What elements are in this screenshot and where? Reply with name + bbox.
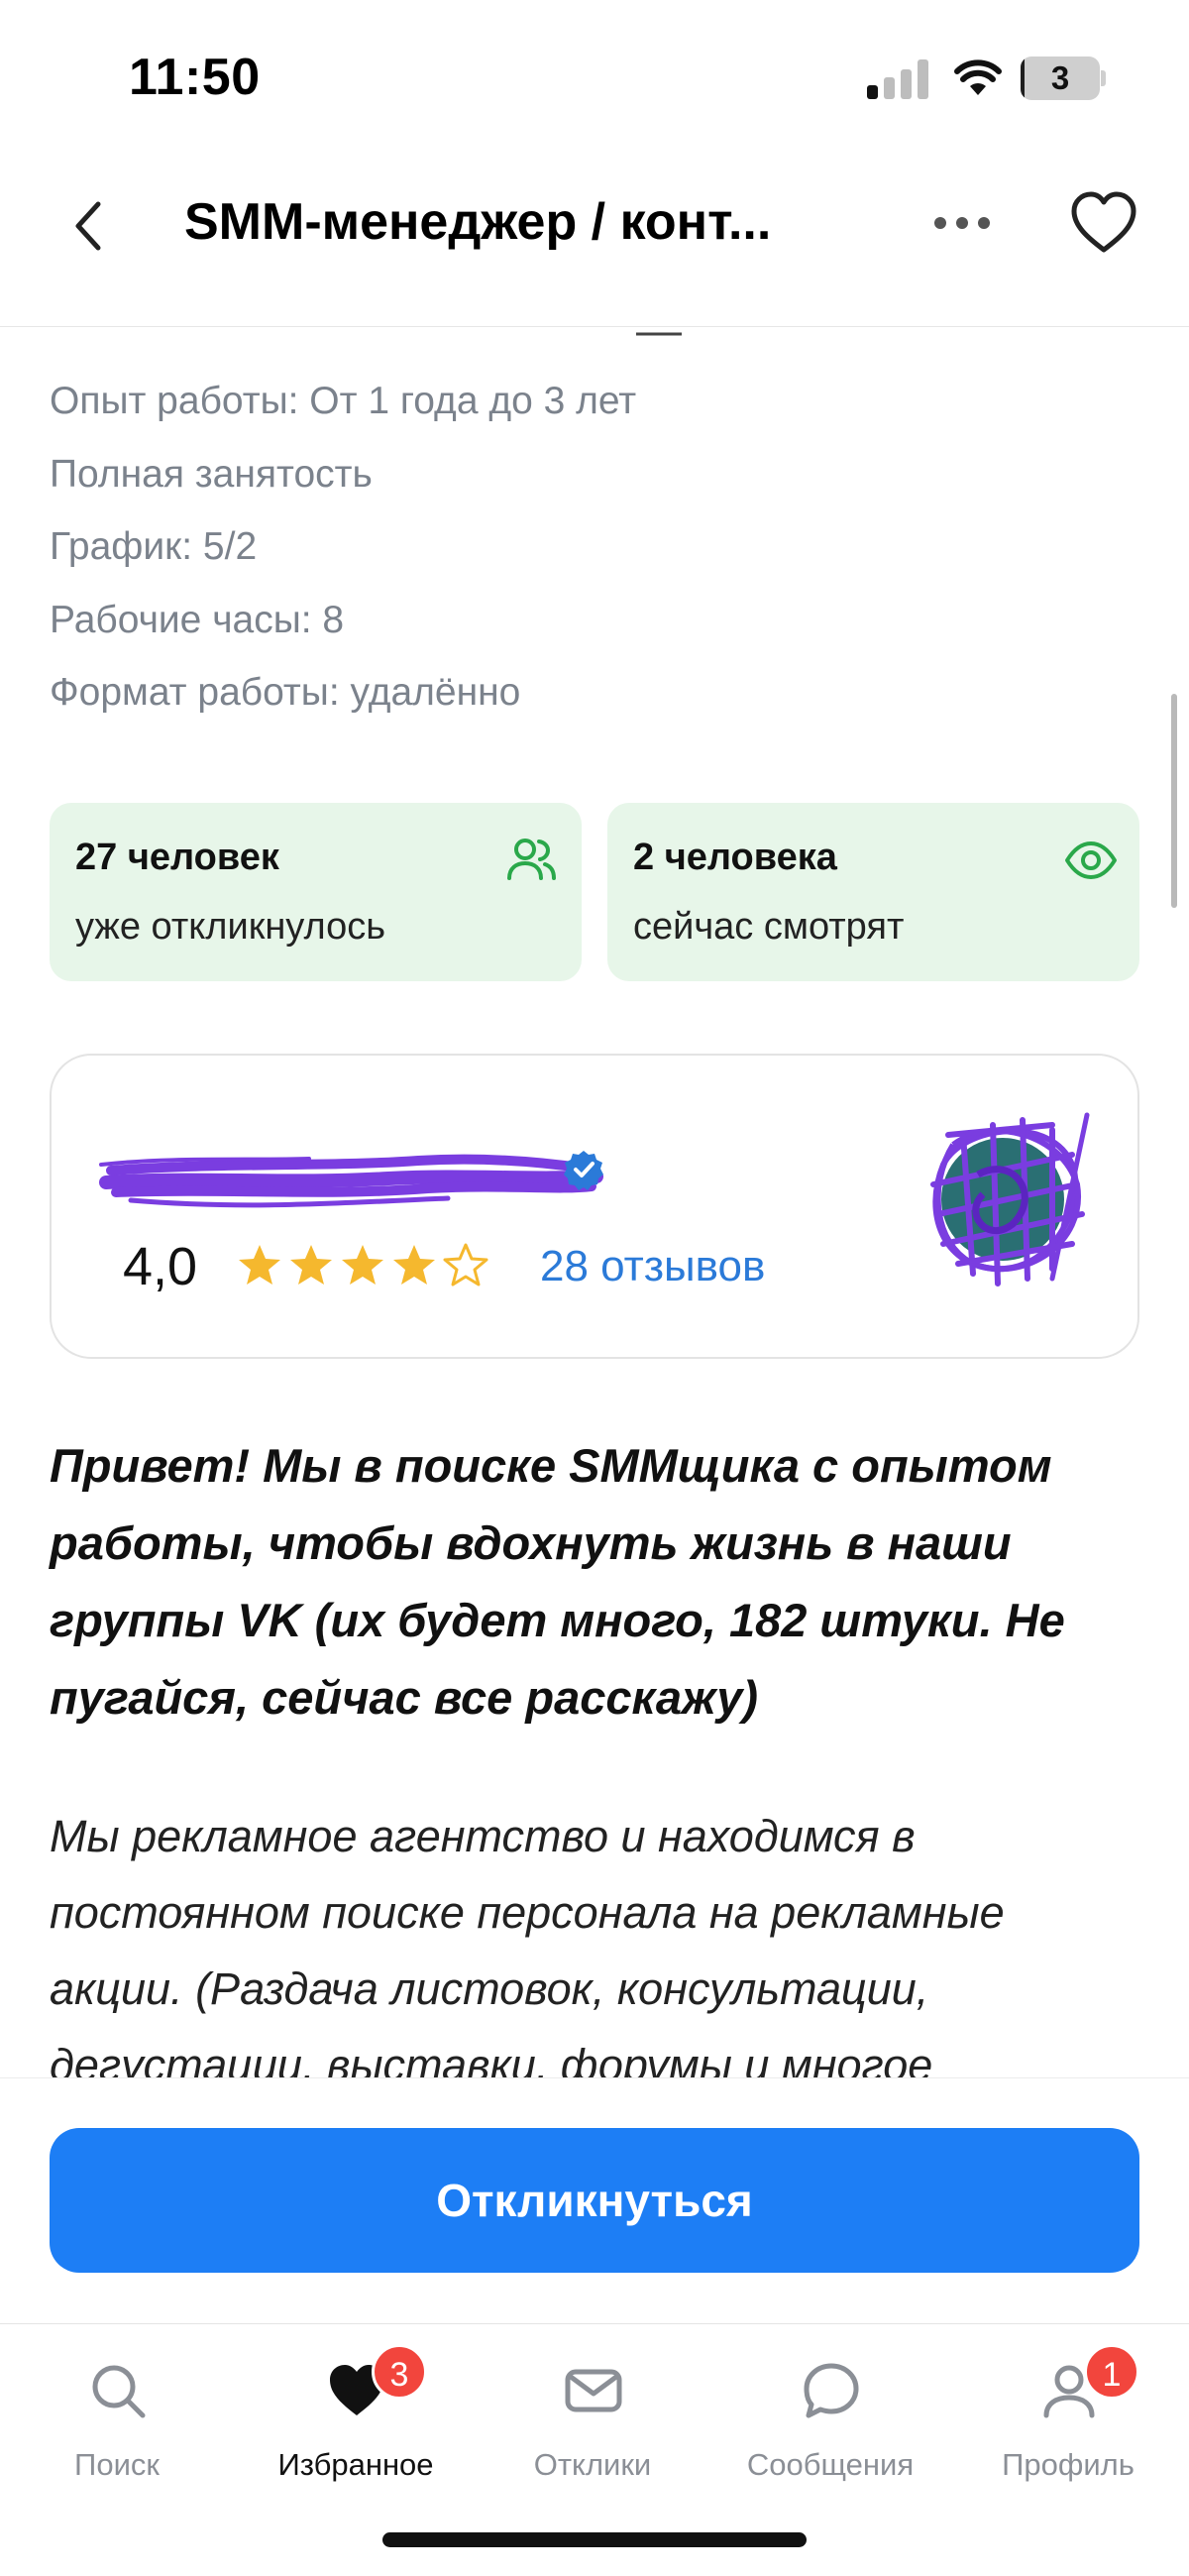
scrollbar[interactable]	[1171, 694, 1177, 908]
tab-messages[interactable]: Сообщения	[721, 2346, 939, 2505]
verified-badge-icon	[564, 1151, 603, 1190]
eye-icon	[1065, 841, 1117, 879]
employer-card[interactable]: 4,0 28 отзывов	[50, 1054, 1139, 1359]
tab-responses[interactable]: Отклики	[484, 2346, 702, 2505]
tab-messages-label: Сообщения	[746, 2447, 915, 2482]
responses-stat-card: 27 человек уже откликнулось	[50, 803, 582, 981]
tab-profile-label: Профиль	[1002, 2447, 1135, 2482]
chevron-left-icon	[75, 201, 101, 251]
tab-profile[interactable]: 1 Профиль	[959, 2344, 1177, 2505]
redacted-employer-logo	[930, 1112, 1090, 1287]
star-empty-icon	[443, 1243, 488, 1287]
home-indicator	[382, 2532, 807, 2547]
battery-icon: 3	[1021, 56, 1106, 100]
apply-bar: Откликнуться	[0, 2077, 1189, 2323]
back-button[interactable]	[57, 186, 117, 266]
star-filled-icon	[290, 1245, 332, 1285]
detail-experience: Опыт работы: От 1 года до 3 лет	[50, 380, 637, 422]
favorite-heart-icon[interactable]	[1068, 188, 1139, 258]
tab-search[interactable]: Поиск	[8, 2346, 226, 2505]
detail-employment: Полная занятость	[50, 452, 373, 496]
detail-format: Формат работы: удалённо	[50, 671, 521, 714]
mail-icon	[565, 2369, 622, 2412]
tab-responses-label: Отклики	[533, 2447, 652, 2482]
page-title: SMM-менеджер / конт...	[184, 193, 772, 251]
profile-badge: 1	[1084, 2344, 1139, 2400]
chat-icon	[804, 2363, 859, 2418]
tab-search-label: Поиск	[74, 2447, 160, 2482]
description-body: Мы рекламное агентство и находимся в пос…	[50, 1811, 1005, 2077]
battery-level: 3	[1050, 59, 1070, 96]
status-bar: 11:50 3	[0, 0, 1189, 159]
tab-favorites-label: Избранное	[277, 2447, 434, 2482]
description-intro: Привет! Мы в поиске SMMщика с опытом раб…	[50, 1439, 1065, 1724]
detail-hours: Рабочие часы: 8	[50, 598, 345, 641]
star-filled-icon	[239, 1245, 280, 1285]
responses-count: 27 человек	[75, 837, 279, 878]
tab-favorites[interactable]: 3 Избранное	[247, 2344, 465, 2505]
cellular-signal-icon	[867, 59, 928, 99]
detail-schedule: График: 5/2	[50, 525, 258, 568]
viewers-count: 2 человека	[633, 837, 837, 878]
star-filled-icon	[342, 1245, 383, 1285]
wifi-icon	[954, 59, 1002, 95]
apply-button[interactable]: Откликнуться	[50, 2128, 1139, 2273]
rating-stars	[236, 1242, 503, 1291]
users-icon	[507, 839, 556, 880]
star-filled-icon	[393, 1245, 435, 1285]
clipped-text-fragment	[634, 327, 684, 336]
vacancy-details: Опыт работы: От 1 года до 3 лет Полная з…	[50, 369, 636, 733]
reviews-link[interactable]: 28 отзывов	[540, 1222, 765, 1311]
more-horizontal-icon	[934, 217, 990, 229]
more-options-button[interactable]	[927, 198, 997, 248]
status-time: 11:50	[129, 49, 261, 106]
viewers-label: сейчас смотрят	[633, 906, 905, 948]
favorites-badge: 3	[372, 2344, 427, 2400]
employer-rating: 4,0	[123, 1237, 198, 1296]
nav-header: SMM-менеджер / конт...	[0, 159, 1189, 327]
search-icon	[92, 2365, 146, 2418]
responses-label: уже откликнулось	[75, 906, 385, 948]
viewers-stat-card: 2 человека сейчас смотрят	[607, 803, 1139, 981]
